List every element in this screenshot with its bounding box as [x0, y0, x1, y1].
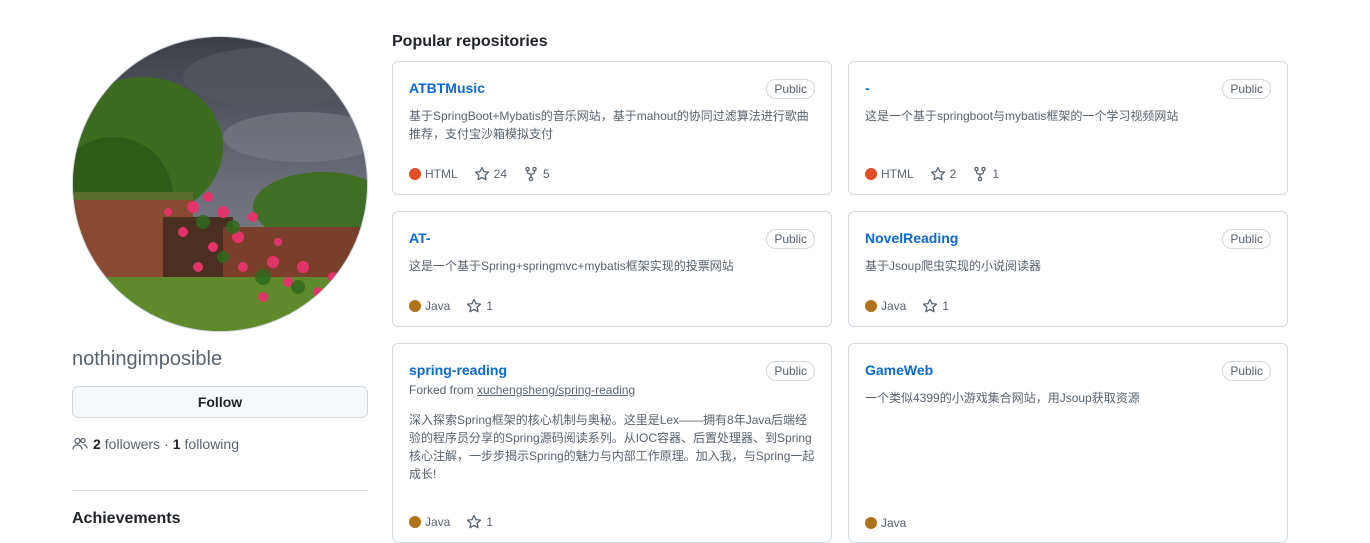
repo-language: Java	[865, 299, 906, 313]
star-icon	[467, 514, 482, 529]
star-icon	[474, 166, 489, 181]
following-link[interactable]: 1 following	[173, 436, 239, 452]
repo-card: AT- Public 这是一个基于Spring+springmvc+mybati…	[392, 211, 832, 327]
visibility-badge: Public	[1222, 229, 1271, 249]
stars-link[interactable]: 1	[466, 298, 493, 314]
repo-language: Java	[409, 515, 450, 529]
star-icon	[467, 298, 482, 313]
repo-language: HTML	[409, 167, 458, 181]
repo-meta: HTML 24 5	[409, 166, 550, 182]
forks-link[interactable]: 1	[972, 166, 999, 182]
follow-stats: 2 followers · 1 following	[72, 436, 368, 452]
repo-name-link[interactable]: spring-reading	[409, 360, 507, 380]
visibility-badge: Public	[766, 79, 815, 99]
repo-meta: Java 1	[409, 298, 493, 314]
language-color-dot	[409, 168, 421, 180]
visibility-badge: Public	[1222, 79, 1271, 99]
forks-link[interactable]: 5	[523, 166, 550, 182]
repo-card: ATBTMusic Public 基于SpringBoot+Mybatis的音乐…	[392, 61, 832, 195]
language-color-dot	[865, 168, 877, 180]
star-icon	[930, 166, 945, 181]
forked-from: Forked from xuchengsheng/spring-reading	[409, 383, 636, 397]
repo-description: 深入探索Spring框架的核心机制与奥秘。这里是Lex——拥有8年Java后端经…	[409, 413, 815, 481]
language-color-dot	[409, 516, 421, 528]
repo-card: GameWeb Public 一个类似4399的小游戏集合网站，用Jsoup获取…	[848, 343, 1288, 543]
repo-meta: HTML 2 1	[865, 166, 999, 182]
repo-name-link[interactable]: ATBTMusic	[409, 78, 485, 98]
repo-name-link[interactable]: AT-	[409, 228, 431, 248]
star-icon	[923, 298, 938, 313]
repo-name-link[interactable]: GameWeb	[865, 360, 933, 380]
section-title: Popular repositories	[392, 33, 548, 50]
fork-icon	[525, 166, 537, 182]
repo-meta: Java	[865, 516, 906, 530]
people-icon	[72, 436, 88, 452]
sidebar-divider	[72, 490, 368, 491]
visibility-badge: Public	[1222, 361, 1271, 381]
avatar[interactable]	[72, 36, 368, 332]
profile-sidebar: nothingimposible Follow 2 followers · 1 fo…	[72, 36, 368, 527]
language-color-dot	[865, 517, 877, 529]
repo-meta: Java 1	[409, 514, 493, 530]
profile-username: nothingimposible	[72, 348, 223, 370]
followers-link[interactable]: 2 followers	[93, 436, 160, 452]
stars-link[interactable]: 24	[474, 166, 507, 182]
visibility-badge: Public	[766, 361, 815, 381]
repo-card: NovelReading Public 基于Jsoup爬虫实现的小说阅读器 Ja…	[848, 211, 1288, 327]
follow-button[interactable]: Follow	[72, 386, 368, 418]
repo-description: 这是一个基于springboot与mybatis框架的一个学习视频网站	[865, 109, 1179, 123]
language-color-dot	[865, 300, 877, 312]
fork-icon	[974, 166, 987, 182]
achievements-title: Achievements	[72, 510, 181, 527]
fork-source-link[interactable]: xuchengsheng/spring-reading	[477, 383, 635, 397]
repo-description: 基于Jsoup爬虫实现的小说阅读器	[865, 259, 1042, 273]
repo-card: - Public 这是一个基于springboot与mybatis框架的一个学习…	[848, 61, 1288, 195]
language-color-dot	[409, 300, 421, 312]
popular-repositories: Popular repositories ATBTMusic Public 基于…	[392, 32, 1288, 543]
repo-description: 一个类似4399的小游戏集合网站，用Jsoup获取资源	[865, 391, 1140, 405]
avatar-image	[73, 37, 367, 331]
stars-link[interactable]: 2	[930, 166, 956, 182]
visibility-badge: Public	[766, 229, 815, 249]
stars-link[interactable]: 1	[922, 298, 949, 314]
repo-language: Java	[409, 299, 450, 313]
repo-card: spring-reading Public Forked from xuchen…	[392, 343, 832, 543]
stars-link[interactable]: 1	[466, 514, 493, 530]
repo-description: 这是一个基于Spring+springmvc+mybatis框架实现的投票网站	[409, 259, 734, 273]
repo-language: HTML	[865, 167, 914, 181]
repo-name-link[interactable]: NovelReading	[865, 228, 958, 248]
repo-language: Java	[865, 516, 906, 530]
repo-name-link[interactable]: -	[865, 78, 870, 98]
repo-description: 基于SpringBoot+Mybatis的音乐网站，基于mahout的协同过滤算…	[409, 109, 809, 141]
repo-meta: Java 1	[865, 298, 949, 314]
